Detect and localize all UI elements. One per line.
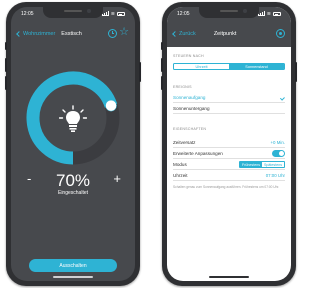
light-bulb-icon [59, 105, 87, 132]
notch [43, 7, 103, 18]
status-time: 12:05 [177, 11, 190, 17]
nav-bar: Wohnzimmer Esstisch ☆ [16, 26, 129, 40]
back-label: Wohnzimmer [23, 31, 56, 37]
signal-icon [257, 11, 265, 16]
time-label: Uhrzeit [173, 173, 188, 178]
chevron-left-icon [172, 31, 178, 37]
control-segmented: Uhrzeit Sonnenstand [173, 63, 285, 70]
time-value: 07:00 Uhr [265, 173, 285, 178]
battery-icon [273, 12, 281, 16]
mode-earliest[interactable]: Frühestens [240, 161, 263, 168]
segment-sun-position[interactable]: Sonnenstand [229, 64, 284, 69]
star-icon[interactable]: ☆ [119, 26, 129, 38]
event-label: Sonnenuntergang [173, 106, 210, 111]
record-icon[interactable] [276, 29, 285, 38]
segment-time[interactable]: Uhrzeit [174, 64, 229, 69]
advanced-toggle[interactable] [272, 150, 285, 157]
back-label: Zurück [179, 31, 196, 37]
home-indicator [53, 276, 93, 278]
wifi-icon: ≋ [266, 11, 271, 17]
timer-icon[interactable] [108, 29, 117, 38]
light-detail-screen: 12:05 ≋ Wohnzimmer Esstisch ☆ - 70% + Ei… [11, 7, 135, 281]
event-option-sunset[interactable]: Sonnenuntergang [173, 104, 285, 114]
mode-latest[interactable]: Spätestens [262, 162, 284, 168]
battery-icon [117, 12, 125, 16]
back-button[interactable]: Wohnzimmer [16, 31, 56, 37]
back-button[interactable]: Zurück [172, 31, 196, 37]
checkmark-icon [279, 95, 285, 100]
wifi-icon: ≋ [110, 11, 115, 17]
page-title: Esstisch [61, 31, 82, 37]
section-properties-header: EIGENSCHAFTEN [173, 127, 207, 131]
mode-row: Modus Frühestens Spätestens [173, 160, 285, 170]
section-event-header: EREIGNIS [173, 85, 192, 89]
page-title: Zeitpunkt [213, 31, 237, 37]
advanced-row: Erweiterte Anpassungen [173, 149, 285, 159]
notch [199, 7, 259, 18]
brightness-knob [105, 99, 117, 112]
chevron-left-icon [16, 31, 22, 37]
mode-label: Modus [173, 162, 187, 167]
phone-right: 12:05 ≋ Zurück Zeitpunkt STEUERN NACH Uh… [161, 2, 297, 286]
offset-row[interactable]: Zeitversatz +0 Min. [173, 138, 285, 148]
event-option-sunrise[interactable]: Sonnenaufgang [173, 93, 285, 103]
nav-bar: Zurück Zeitpunkt [172, 28, 285, 40]
turn-off-button[interactable]: Ausschalten [29, 259, 117, 272]
home-indicator [209, 276, 249, 278]
offset-value: +0 Min. [270, 140, 285, 145]
time-row[interactable]: Uhrzeit 07:00 Uhr [173, 171, 285, 181]
phone-left: 12:05 ≋ Wohnzimmer Esstisch ☆ - 70% + Ei… [5, 2, 141, 286]
increase-button[interactable]: + [113, 171, 121, 186]
explanation-note: Schalten genau zum Sonnenaufgang ausführ… [173, 185, 280, 189]
offset-label: Zeitversatz [173, 140, 196, 145]
status-time: 12:05 [21, 11, 34, 17]
advanced-label: Erweiterte Anpassungen [173, 151, 223, 156]
status-text: Eingeschaltet [57, 190, 89, 196]
timing-settings-screen: 12:05 ≋ Zurück Zeitpunkt STEUERN NACH Uh… [167, 7, 291, 281]
mode-segmented: Frühestens Spätestens [239, 160, 285, 169]
signal-icon [101, 11, 109, 16]
section-control-header: STEUERN NACH [173, 54, 204, 58]
event-label: Sonnenaufgang [173, 95, 206, 100]
